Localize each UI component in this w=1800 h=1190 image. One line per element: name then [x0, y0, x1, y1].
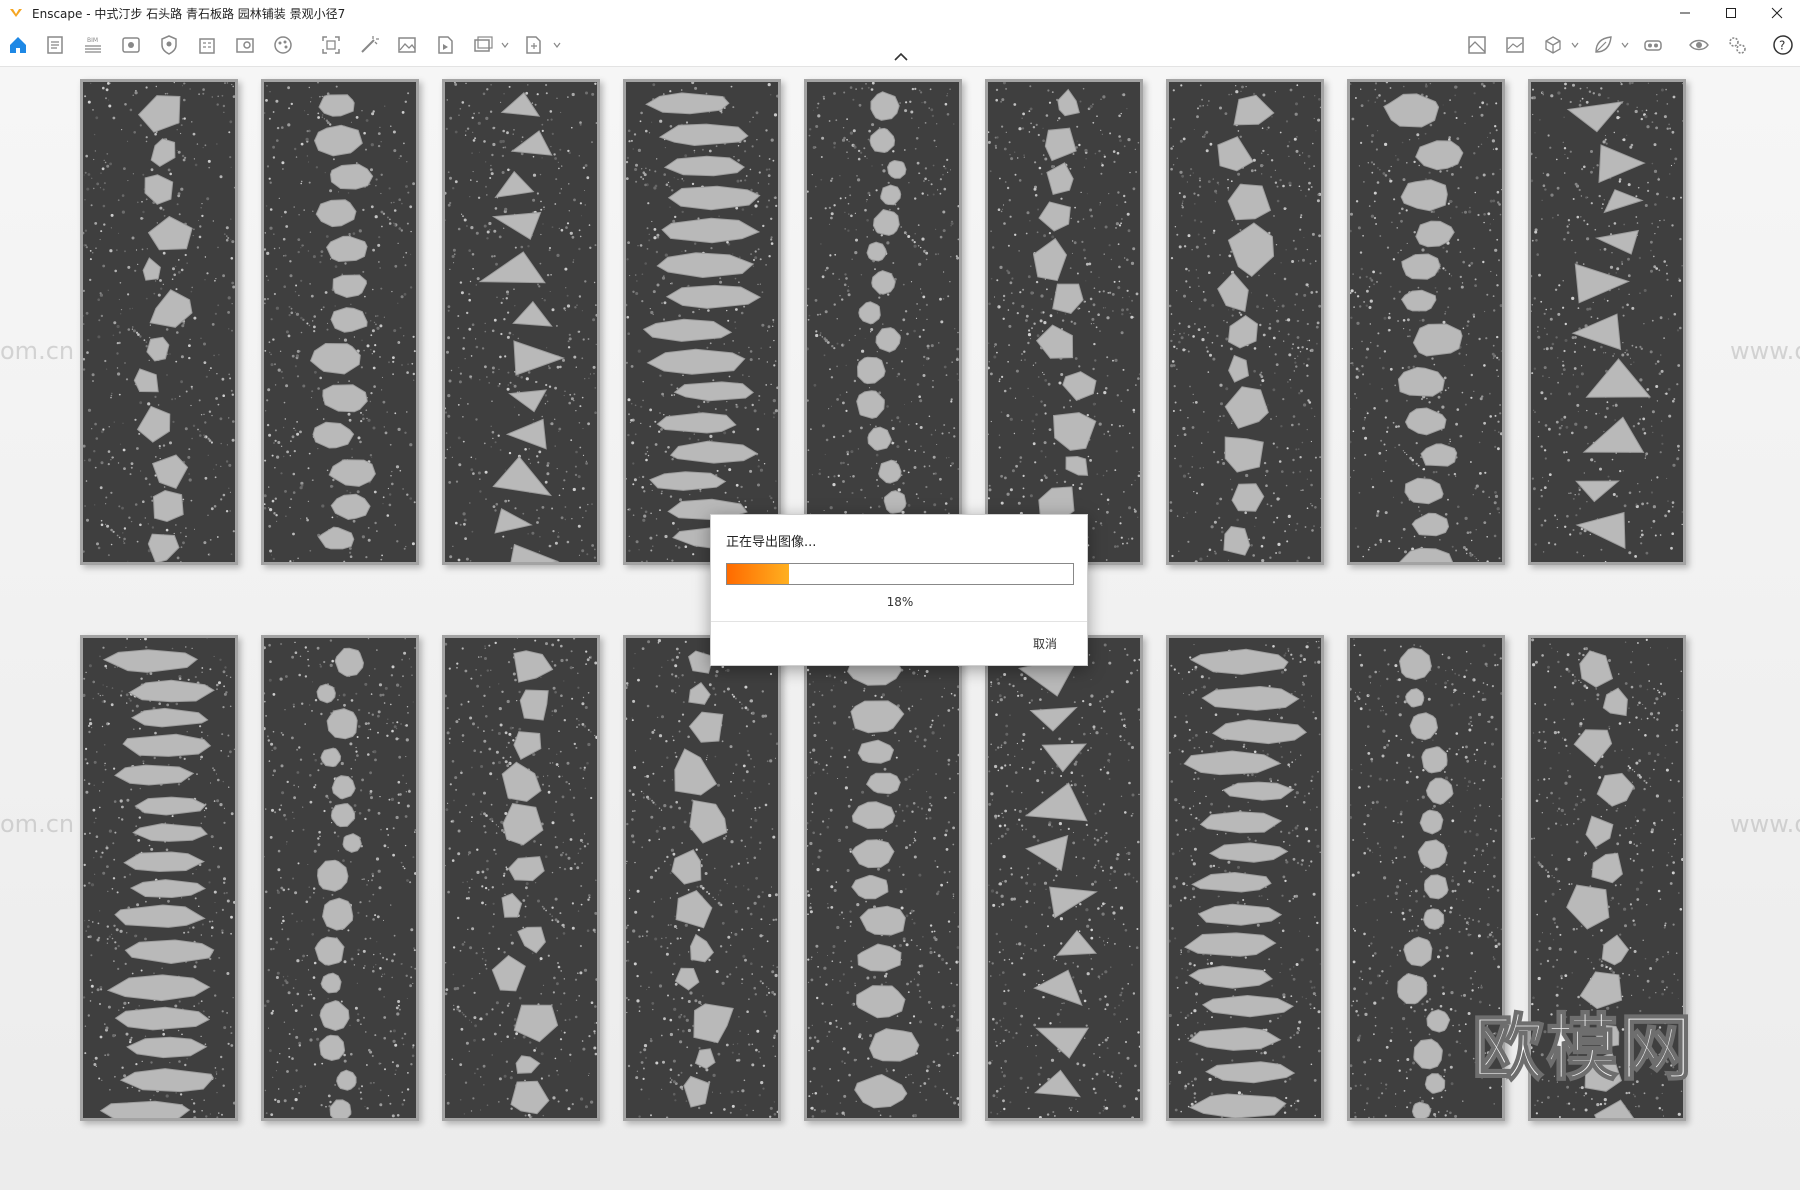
home-icon[interactable] — [5, 32, 31, 58]
stone-path-panel — [804, 635, 962, 1121]
watermark-text: www.o — [1730, 337, 1800, 365]
settings-icon[interactable] — [1724, 32, 1750, 58]
minimize-icon — [1680, 12, 1690, 14]
maximize-button[interactable] — [1708, 0, 1754, 26]
stone-path-panel — [985, 635, 1143, 1121]
svg-text:BIM: BIM — [87, 37, 98, 44]
help-icon[interactable]: ? — [1770, 32, 1796, 58]
minimize-button[interactable] — [1662, 0, 1708, 26]
stone-path-render — [264, 638, 416, 1118]
stone-path-panel — [442, 635, 600, 1121]
gallery-icon[interactable] — [1502, 32, 1528, 58]
stone-path-panel — [80, 79, 238, 565]
watermark-text: om.cn — [0, 810, 75, 838]
image-icon[interactable] — [394, 32, 420, 58]
cube-icon[interactable] — [1540, 32, 1566, 58]
stone-path-render — [626, 638, 778, 1118]
stone-path-render — [807, 82, 959, 562]
export-progress-dialog: 正在导出图像... 18% 取消 — [710, 514, 1088, 666]
leaf-dropdown-icon[interactable] — [1620, 40, 1630, 50]
watermark-text: om.cn — [0, 337, 75, 365]
view-icon[interactable] — [118, 32, 144, 58]
stone-path-render — [807, 638, 959, 1118]
shield-icon[interactable] — [156, 32, 182, 58]
stone-path-render — [988, 638, 1140, 1118]
export-dropdown-icon[interactable] — [552, 40, 562, 50]
close-button[interactable] — [1754, 0, 1800, 26]
visual-settings-icon[interactable] — [1686, 32, 1712, 58]
stone-path-render — [988, 82, 1140, 562]
dialog-title: 正在导出图像... — [726, 535, 817, 550]
stone-path-panel — [804, 79, 962, 565]
palette-icon[interactable] — [270, 32, 296, 58]
stone-path-panel — [985, 79, 1143, 565]
leaf-icon[interactable] — [1590, 32, 1616, 58]
stone-path-panel — [1347, 79, 1505, 565]
stone-path-panel — [261, 79, 419, 565]
stone-path-panel — [1166, 79, 1324, 565]
cancel-button[interactable]: 取消 — [1033, 635, 1057, 652]
stone-path-panel — [80, 635, 238, 1121]
title-bar: Enscape - 中式汀步 石头路 青石板路 园林铺装 景观小径7 — [0, 0, 1800, 26]
brand-watermark: 欧模网 — [1471, 1005, 1695, 1091]
stone-path-panel — [1166, 635, 1324, 1121]
stone-path-render — [83, 638, 235, 1118]
vr-headset-icon[interactable] — [1640, 32, 1666, 58]
stone-path-render — [1169, 638, 1321, 1118]
dialog-divider — [711, 621, 1087, 622]
stone-path-render — [1169, 82, 1321, 562]
stone-path-render — [264, 82, 416, 562]
window-controls — [1662, 0, 1800, 26]
bim-list-icon[interactable]: BIM — [80, 32, 106, 58]
stone-path-panel — [261, 635, 419, 1121]
batch-export-icon[interactable] — [470, 32, 496, 58]
close-icon — [1771, 7, 1783, 19]
stone-path-panel — [623, 79, 781, 565]
stone-path-render — [445, 638, 597, 1118]
progress-bar-fill — [727, 564, 790, 584]
watermark-text: www.o — [1730, 810, 1800, 838]
progress-percent: 18% — [886, 595, 914, 609]
stone-path-panel — [623, 635, 781, 1121]
window-title: Enscape - 中式汀步 石头路 青石板路 园林铺装 景观小径7 — [32, 6, 346, 21]
cube-dropdown-icon[interactable] — [1570, 40, 1580, 50]
stone-path-render — [1350, 82, 1502, 562]
video-file-icon[interactable] — [432, 32, 458, 58]
batch-export-dropdown-icon[interactable] — [500, 40, 510, 50]
svg-text:?: ? — [1779, 39, 1785, 53]
building-icon[interactable] — [194, 32, 220, 58]
stone-path-render — [626, 82, 778, 562]
export-file-icon[interactable] — [520, 32, 546, 58]
progress-bar — [726, 563, 1074, 585]
material-icon[interactable] — [232, 32, 258, 58]
maximize-icon — [1726, 8, 1736, 18]
stone-path-panel — [1528, 79, 1686, 565]
stone-path-panel — [442, 79, 600, 565]
collapse-toolbar-icon[interactable] — [891, 50, 911, 64]
stone-path-render — [83, 82, 235, 562]
wand-icon[interactable] — [356, 32, 382, 58]
stone-path-render — [445, 82, 597, 562]
enscape-logo-icon — [10, 9, 22, 17]
document-icon[interactable] — [42, 32, 68, 58]
stone-path-render — [1531, 82, 1683, 562]
map-view-icon[interactable] — [1464, 32, 1490, 58]
capture-icon[interactable] — [318, 32, 344, 58]
